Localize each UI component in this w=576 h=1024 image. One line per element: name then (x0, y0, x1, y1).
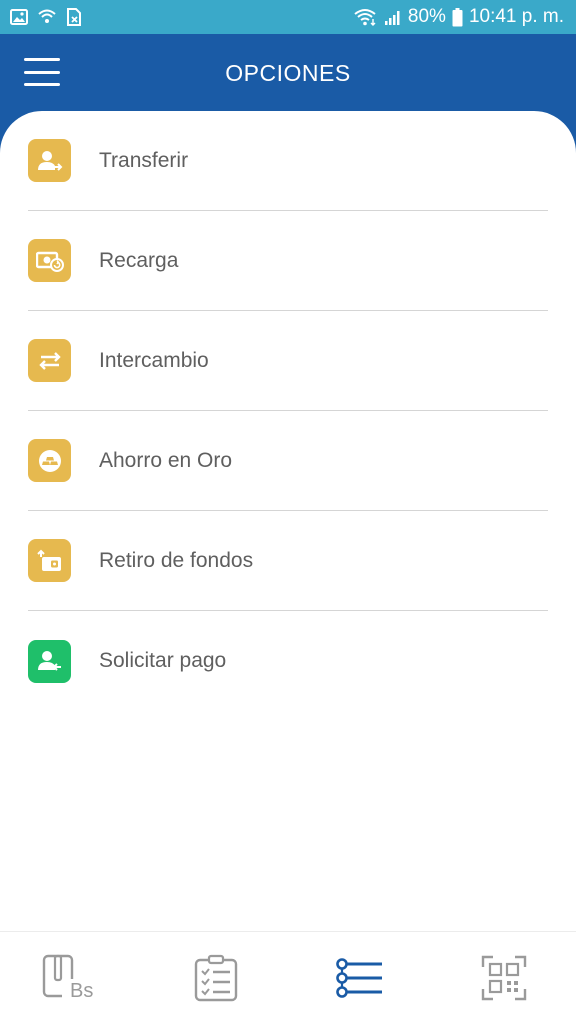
wifi-notification-icon (38, 9, 56, 25)
checklist-icon (194, 954, 238, 1002)
option-label: Solicitar pago (99, 649, 227, 672)
nav-checklist[interactable] (181, 943, 251, 1013)
phone-bs-icon: Bs (42, 954, 98, 1002)
option-transferir[interactable]: Transferir (28, 111, 548, 211)
option-ahorro-en-oro[interactable]: Ahorro en Oro (28, 411, 548, 511)
qr-code-icon (481, 955, 527, 1001)
status-bar-left (10, 8, 82, 26)
option-solicitar-pago[interactable]: Solicitar pago (28, 611, 548, 711)
user-request-icon (28, 639, 71, 683)
options-list: Transferir Recarga Intercambio Ahorro en… (28, 111, 548, 711)
swap-arrows-icon (28, 339, 71, 382)
battery-icon (452, 7, 463, 27)
nav-options[interactable] (325, 943, 395, 1013)
options-list-icon (336, 958, 382, 998)
option-intercambio[interactable]: Intercambio (28, 311, 548, 411)
status-bar-right: 80% 10:41 p. m. (354, 6, 564, 28)
status-bar: 80% 10:41 p. m. (0, 0, 576, 34)
bottom-navigation: Bs (0, 931, 576, 1024)
nav-wallet-bs[interactable]: Bs (37, 943, 107, 1013)
gold-bars-icon (28, 439, 71, 482)
option-label: Retiro de fondos (99, 548, 254, 572)
option-label: Intercambio (99, 348, 209, 372)
nav-bs-label: Bs (70, 980, 93, 1002)
app-bar: OPCIONES (0, 34, 576, 114)
option-label: Recarga (99, 248, 179, 272)
nav-qr-code[interactable] (469, 943, 539, 1013)
page-title: OPCIONES (225, 60, 351, 86)
option-label: Ahorro en Oro (99, 448, 233, 472)
wallet-withdraw-icon (28, 539, 71, 582)
option-retiro-de-fondos[interactable]: Retiro de fondos (28, 511, 548, 611)
option-label: Transferir (99, 148, 189, 172)
document-notification-icon (66, 8, 82, 26)
cell-signal-icon (384, 9, 402, 25)
user-send-icon (28, 139, 71, 182)
options-panel: Transferir Recarga Intercambio Ahorro en… (0, 111, 576, 931)
wifi-signal-icon (354, 8, 378, 26)
cash-refresh-icon (28, 239, 71, 282)
option-recarga[interactable]: Recarga (28, 211, 548, 311)
clock: 10:41 p. m. (468, 6, 564, 27)
battery-percent: 80% (407, 6, 446, 27)
gallery-notification-icon (10, 9, 28, 25)
